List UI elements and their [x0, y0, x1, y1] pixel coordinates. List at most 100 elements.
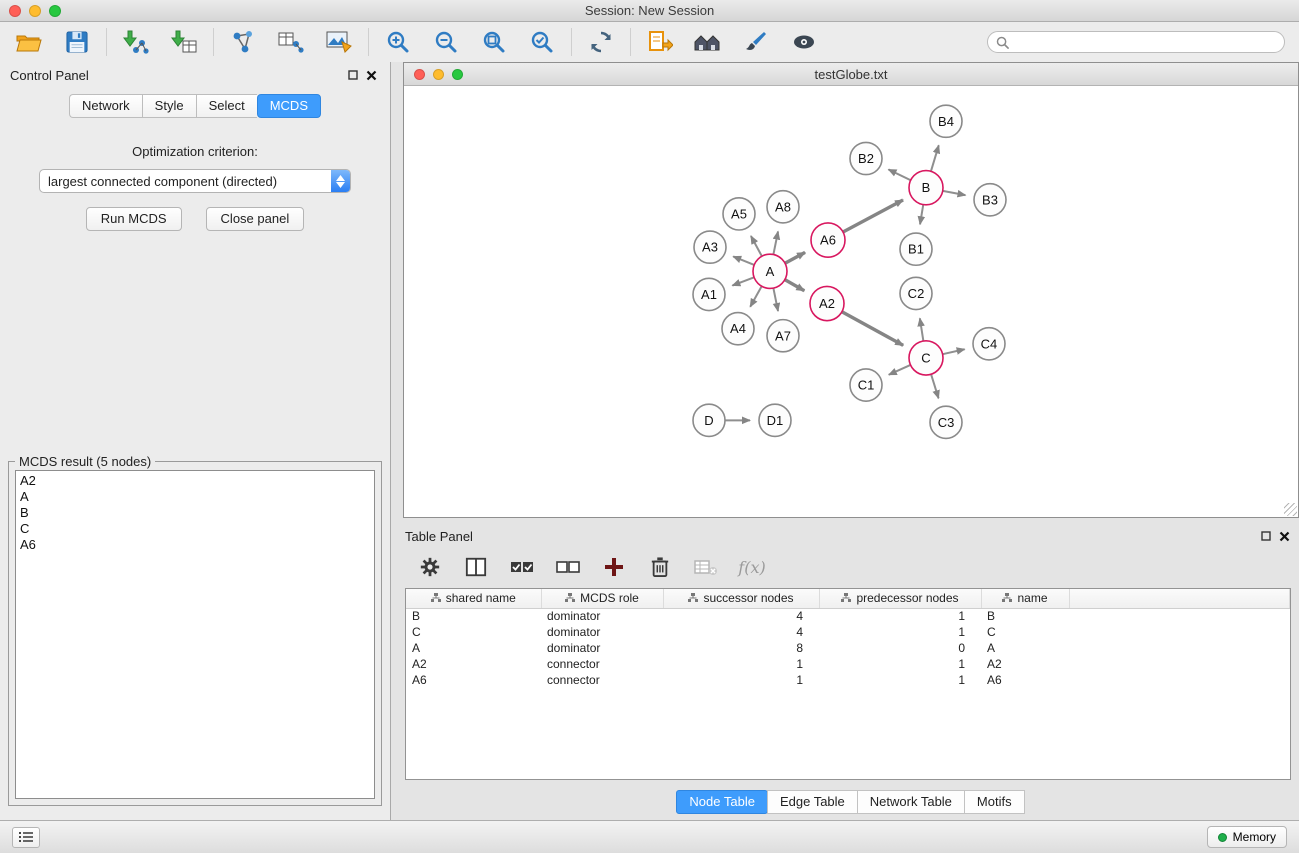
mcds-result-item[interactable]: A6	[16, 537, 374, 553]
graph-node-C4[interactable]: C4	[973, 328, 1005, 360]
style-brush-button[interactable]	[741, 27, 771, 57]
graph-node-A1[interactable]: A1	[693, 278, 725, 310]
column-header-successor-nodes[interactable]: successor nodes	[663, 589, 819, 608]
graph-edge-C-C1[interactable]	[889, 365, 911, 375]
network-close-button[interactable]	[414, 69, 425, 80]
graph-node-A5[interactable]: A5	[723, 198, 755, 230]
graph-edge-B-B2[interactable]	[889, 169, 911, 180]
graph-edge-A6-B[interactable]	[843, 200, 903, 232]
mcds-result-item[interactable]: B	[16, 505, 374, 521]
network-canvas[interactable]: B4 B2 B B3 A5 A8 A6 B1 A3 A C2 A1 A2 A4 A7 C4 C C1 C3 D D1	[404, 86, 1298, 517]
graph-edge-A-A1[interactable]	[732, 277, 754, 285]
zoom-window-button[interactable]	[49, 5, 61, 17]
close-window-button[interactable]	[9, 5, 21, 17]
graph-edge-C-C4[interactable]	[943, 349, 965, 354]
delete-table-button[interactable]	[693, 554, 719, 580]
task-history-button[interactable]	[12, 827, 40, 848]
network-zoom-button[interactable]	[452, 69, 463, 80]
export-image-button[interactable]	[324, 27, 354, 57]
home-networks-button[interactable]	[693, 27, 723, 57]
table-row[interactable]: A2connector11A2	[406, 656, 1290, 672]
zoom-out-button[interactable]	[431, 27, 461, 57]
new-network-button[interactable]	[228, 27, 258, 57]
window-resize-grip[interactable]	[1284, 503, 1297, 516]
graph-node-A2[interactable]: A2	[810, 286, 844, 320]
select-all-button[interactable]	[509, 554, 535, 580]
graph-edge-C-C2[interactable]	[920, 318, 924, 341]
graph-node-B[interactable]: B	[909, 171, 943, 205]
apply-layout-button[interactable]	[586, 27, 616, 57]
show-columns-button[interactable]	[463, 554, 489, 580]
graph-node-D1[interactable]: D1	[759, 404, 791, 436]
graph-edge-A-A6[interactable]	[785, 252, 805, 263]
graph-node-A[interactable]: A	[753, 254, 787, 288]
zoom-fit-button[interactable]	[479, 27, 509, 57]
graph-node-C[interactable]: C	[909, 341, 943, 375]
node-table-container[interactable]: shared name MCDS role successor nodes pr…	[405, 588, 1291, 780]
tab-motifs[interactable]: Motifs	[964, 790, 1025, 814]
import-table-file-button[interactable]	[169, 27, 199, 57]
column-header-mcds-role[interactable]: MCDS role	[541, 589, 663, 608]
graph-node-A7[interactable]: A7	[767, 320, 799, 352]
network-minimize-button[interactable]	[433, 69, 444, 80]
graph-node-C3[interactable]: C3	[930, 406, 962, 438]
graph-edge-A-A2[interactable]	[785, 280, 805, 291]
show-hide-button[interactable]	[789, 27, 819, 57]
graph-edge-B-B4[interactable]	[931, 145, 939, 171]
minimize-window-button[interactable]	[29, 5, 41, 17]
graph-node-B2[interactable]: B2	[850, 142, 882, 174]
tab-network-table[interactable]: Network Table	[857, 790, 965, 814]
delete-column-button[interactable]	[647, 554, 673, 580]
graph-node-B1[interactable]: B1	[900, 233, 932, 265]
graph-node-A4[interactable]: A4	[722, 313, 754, 345]
tab-node-table[interactable]: Node Table	[676, 790, 768, 814]
tab-network[interactable]: Network	[69, 94, 142, 118]
graph-node-C1[interactable]: C1	[850, 369, 882, 401]
graph-edge-B-B3[interactable]	[943, 191, 966, 195]
graph-edge-C-C3[interactable]	[931, 374, 938, 398]
graph-node-A3[interactable]: A3	[694, 231, 726, 263]
graph-node-A8[interactable]: A8	[767, 191, 799, 223]
mcds-result-item[interactable]: A2	[16, 473, 374, 489]
table-settings-button[interactable]	[417, 554, 443, 580]
close-panel-icon-button[interactable]	[362, 67, 380, 83]
search-input[interactable]	[1014, 35, 1276, 49]
table-row[interactable]: Adominator80A	[406, 640, 1290, 656]
graph-edge-A-A3[interactable]	[733, 256, 754, 264]
tab-mcds[interactable]: MCDS	[257, 94, 321, 118]
graph-node-C2[interactable]: C2	[900, 277, 932, 309]
close-panel-button[interactable]: Close panel	[206, 207, 305, 231]
add-column-button[interactable]	[601, 554, 627, 580]
mcds-result-item[interactable]: C	[16, 521, 374, 537]
memory-button[interactable]: Memory	[1207, 826, 1287, 848]
run-mcds-button[interactable]: Run MCDS	[86, 207, 182, 231]
deselect-all-button[interactable]	[555, 554, 581, 580]
graph-node-B4[interactable]: B4	[930, 105, 962, 137]
import-network-file-button[interactable]	[121, 27, 151, 57]
graph-edge-A-A8[interactable]	[773, 232, 778, 255]
graph-edge-A-A5[interactable]	[751, 236, 762, 256]
column-header-predecessor-nodes[interactable]: predecessor nodes	[819, 589, 981, 608]
copy-document-button[interactable]	[645, 27, 675, 57]
graph-edge-A-A4[interactable]	[750, 286, 761, 307]
save-session-button[interactable]	[62, 27, 92, 57]
column-header-name[interactable]: name	[981, 589, 1069, 608]
graph-edge-A2-C[interactable]	[842, 312, 903, 346]
function-builder-button[interactable]: f(x)	[739, 554, 765, 580]
graph-node-B3[interactable]: B3	[974, 184, 1006, 216]
table-close-button[interactable]	[1275, 528, 1293, 544]
graph-edge-B-B1[interactable]	[920, 205, 923, 225]
zoom-in-button[interactable]	[383, 27, 413, 57]
network-window-titlebar[interactable]: testGlobe.txt	[404, 63, 1298, 86]
graph-node-A6[interactable]: A6	[811, 223, 845, 257]
zoom-selected-button[interactable]	[527, 27, 557, 57]
float-panel-button[interactable]	[344, 67, 362, 83]
tab-edge-table[interactable]: Edge Table	[767, 790, 858, 814]
optimization-criterion-dropdown[interactable]: largest connected component (directed)	[39, 169, 351, 193]
table-float-button[interactable]	[1257, 528, 1275, 544]
tab-style[interactable]: Style	[142, 94, 196, 118]
graph-edge-A-A7[interactable]	[773, 288, 778, 311]
table-row[interactable]: Cdominator41C	[406, 624, 1290, 640]
graph-node-D[interactable]: D	[693, 404, 725, 436]
table-row[interactable]: Bdominator41B	[406, 608, 1290, 624]
